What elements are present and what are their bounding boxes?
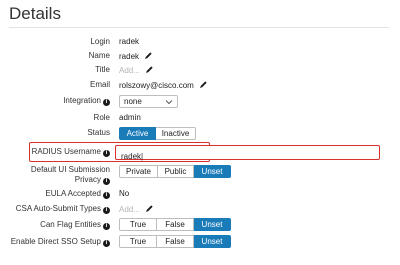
sso-false-option[interactable]: False [157,235,194,248]
name-value: radek [119,52,140,61]
role-value: admin [119,113,141,122]
sso-toggle: True False Unset [119,235,231,248]
eula-label-text: EULA Accepted [45,189,101,198]
title-placeholder[interactable]: Add... [119,66,140,75]
can-flag-true-option[interactable]: True [119,218,157,231]
sso-unset-option[interactable]: Unset [194,235,231,248]
csa-placeholder[interactable]: Add... [119,205,140,214]
pencil-icon[interactable] [199,80,208,89]
can-flag-false-option[interactable]: False [157,218,194,231]
privacy-private-option[interactable]: Private [119,165,158,178]
chevron-down-icon [165,100,173,105]
integration-select[interactable]: none [119,95,178,108]
radius-username-label-text: RADIUS Username [31,147,101,156]
title-divider [9,27,389,28]
privacy-public-option[interactable]: Public [158,165,194,178]
csa-label-text: CSA Auto-Submit Types [15,204,101,213]
csa-label: CSA Auto-Submit Types i [16,204,110,214]
role-label: Role [93,113,110,122]
info-icon: i [103,178,110,185]
can-flag-label-text: Can Flag Entities [40,220,101,229]
privacy-label-line2: Privacy [74,175,101,184]
integration-label-text: Integration [63,96,101,105]
eula-label: EULA Accepted i [45,189,110,199]
status-active-option[interactable]: Active [119,127,156,140]
details-title: Details [9,4,61,23]
info-icon: i [103,99,110,106]
pencil-icon[interactable] [145,65,154,74]
can-flag-toggle: True False Unset [119,218,231,231]
eula-value: No [119,189,130,198]
status-label: Status [87,128,110,137]
pencil-icon[interactable] [145,204,154,213]
info-icon: i [103,207,110,214]
can-flag-label: Can Flag Entities i [40,220,110,230]
integration-label: Integration i [63,96,110,106]
privacy-label: Default UI Submission Privacy i [31,165,110,185]
info-icon: i [103,150,110,157]
privacy-label-line2-row: Privacy i [31,175,110,185]
email-label: Email [89,80,110,89]
sso-label-text: Enable Direct SSO Setup [10,237,101,246]
status-toggle: Active Inactive [119,127,196,140]
status-inactive-option[interactable]: Inactive [156,127,196,140]
name-row: radek [119,51,153,62]
privacy-toggle: Private Public Unset [119,165,231,178]
privacy-label-line1: Default UI Submission [30,165,110,174]
radius-username-input[interactable] [116,150,379,163]
sso-true-option[interactable]: True [119,235,157,248]
login-label: Login [90,37,110,46]
info-icon: i [103,240,110,247]
radius-username-label: RADIUS Username i [32,147,110,157]
can-flag-unset-option[interactable]: Unset [194,218,231,231]
title-row: Add... [119,65,154,76]
radius-username-field[interactable] [115,145,380,163]
privacy-unset-option[interactable]: Unset [194,165,231,178]
name-label: Name [88,51,110,60]
email-row: rolszowy@cisco.com [119,80,208,91]
email-value: rolszowy@cisco.com [119,81,194,90]
info-icon: i [103,192,110,199]
csa-row: Add... [119,204,154,215]
sso-label: Enable Direct SSO Setup i [11,237,110,247]
pencil-icon[interactable] [144,51,153,60]
integration-select-value: none [124,97,142,106]
login-value: radek [119,37,140,46]
title-label: Title [95,65,110,74]
info-icon: i [103,223,110,230]
